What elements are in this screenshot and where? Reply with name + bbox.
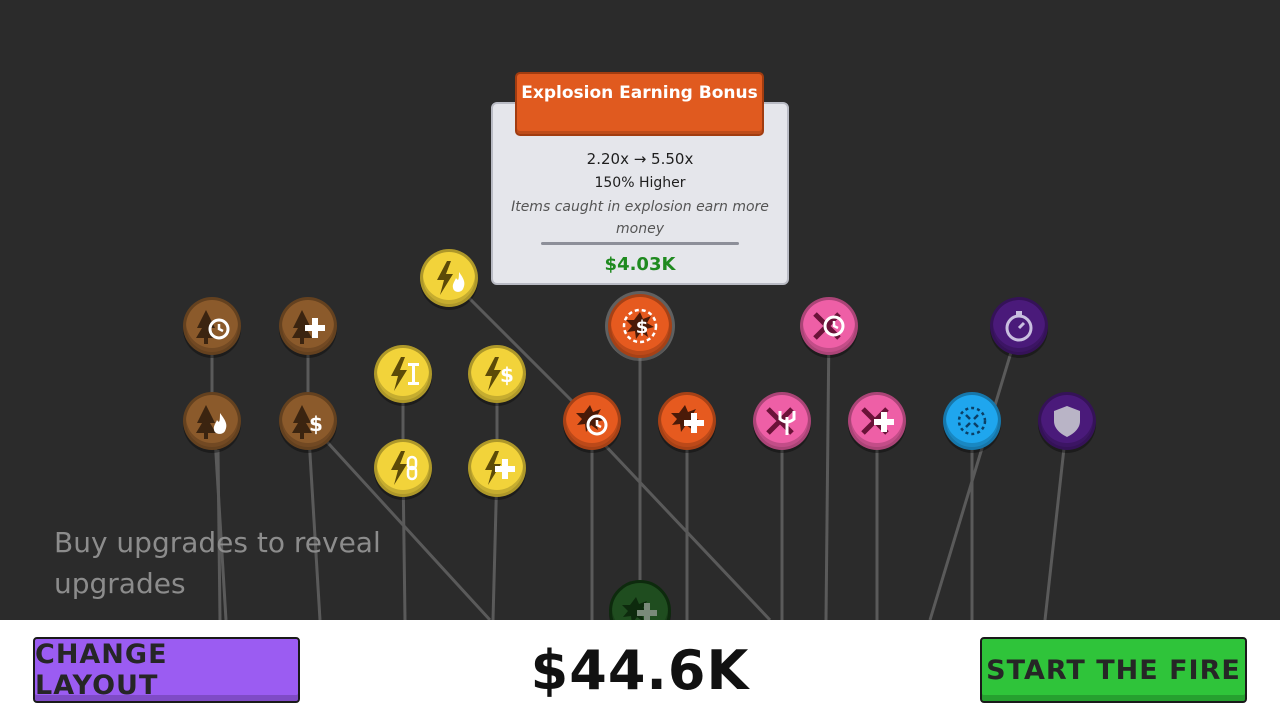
stopwatch-icon <box>1005 311 1033 342</box>
tree-dollar-icon: $ <box>292 405 323 439</box>
upgrade-tree-fire[interactable] <box>183 392 241 450</box>
start-fire-button[interactable]: START THE FIRE <box>980 637 1247 703</box>
upgrade-explosion-count[interactable] <box>658 392 716 450</box>
upgrade-tree-speed[interactable] <box>183 297 241 355</box>
upgrade-pink-speed[interactable] <box>800 297 858 355</box>
connector <box>928 325 1021 621</box>
hint-text: Buy upgrades to reveal upgrades <box>54 526 381 600</box>
lightning-fire-icon <box>437 261 465 295</box>
lightning-dollar-icon: $ <box>485 357 514 391</box>
explosion-plus-icon <box>671 405 704 433</box>
money-counter: $44.6K <box>530 639 750 702</box>
cross-trident-icon <box>766 407 796 435</box>
connector <box>824 325 831 621</box>
svg-text:$: $ <box>500 363 514 387</box>
explosion-clock-icon <box>576 405 608 436</box>
upgrade-explosion-earning[interactable]: $ <box>608 294 672 358</box>
upgrade-lightning-length[interactable] <box>374 345 432 403</box>
lightning-chain-icon <box>391 451 418 485</box>
upgrade-pink-fork[interactable] <box>753 392 811 450</box>
cross-clock-icon <box>813 312 845 340</box>
tooltip-ratio: 2.20x → 5.50x <box>586 150 694 168</box>
explosion-dollar-icon: $ <box>622 308 658 344</box>
upgrade-tree-count[interactable] <box>279 297 337 355</box>
tree-fire-icon <box>196 405 227 439</box>
upgrade-lightning-fire[interactable] <box>420 249 478 307</box>
upgrade-pink-count[interactable] <box>848 392 906 450</box>
lightning-plus-icon <box>485 451 515 485</box>
tooltip-price: $4.03K <box>604 254 676 275</box>
upgrade-purple-shield[interactable] <box>1038 392 1096 450</box>
tree-plus-icon <box>292 310 325 344</box>
cross-plus-icon <box>861 407 894 435</box>
upgrade-explosion-speed[interactable] <box>563 392 621 450</box>
tooltip-description: Items caught in explosion earn more mone… <box>511 199 769 237</box>
tooltip-change: 150% Higher <box>594 175 686 191</box>
change-layout-button[interactable]: CHANGE LAYOUT <box>33 637 300 703</box>
tooltip-title: Explosion Earning Bonus <box>515 72 764 136</box>
svg-text:$: $ <box>309 412 323 436</box>
lightning-length-icon <box>391 357 419 391</box>
upgrade-lightning-money[interactable]: $ <box>468 345 526 403</box>
tooltip-divider <box>541 242 739 245</box>
upgrade-lightning-count[interactable] <box>468 439 526 497</box>
upgrade-lightning-chain[interactable] <box>374 439 432 497</box>
upgrade-purple-timer[interactable] <box>990 297 1048 355</box>
shield-icon <box>1054 406 1080 437</box>
svg-text:$: $ <box>636 317 649 338</box>
upgrade-tree-money[interactable]: $ <box>279 392 337 450</box>
tree-clock-icon <box>196 310 230 344</box>
upgrade-blue-area[interactable] <box>943 392 1001 450</box>
area-expand-icon <box>957 406 987 436</box>
connector <box>1043 420 1069 621</box>
